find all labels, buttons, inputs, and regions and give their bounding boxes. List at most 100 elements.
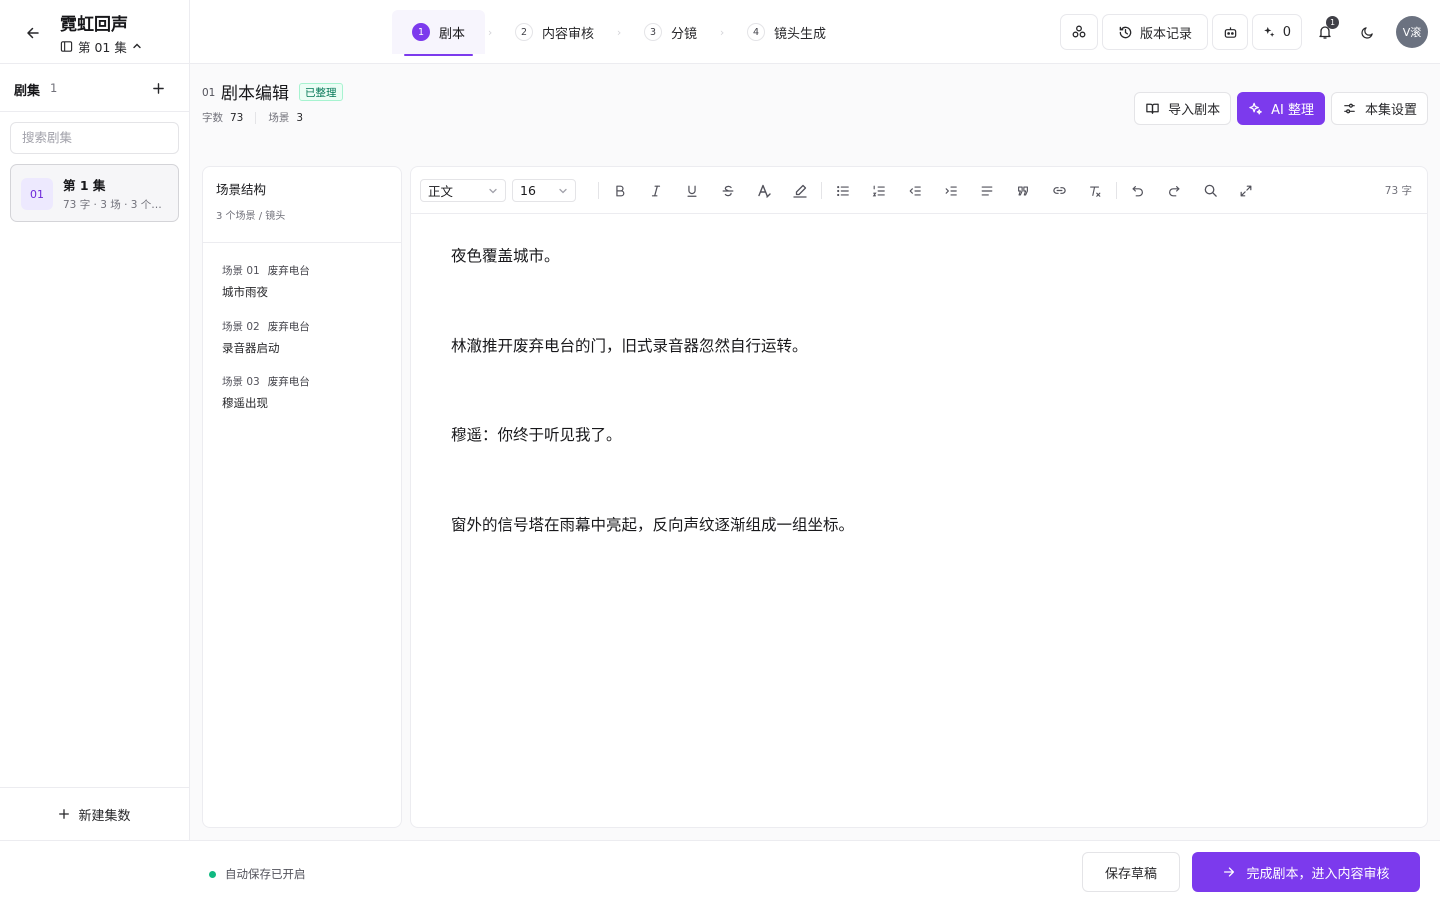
bottom-bar: 自动保存已开启 保存草稿 完成剧本，进入内容审核 xyxy=(0,840,1440,900)
font-size-value: 16 xyxy=(520,183,536,198)
scene-meta: 场景 03 废弃电台 xyxy=(222,374,392,389)
font-size-select[interactable]: 16 xyxy=(512,179,576,202)
ai-assistant-button[interactable] xyxy=(1212,14,1248,50)
page-title: 剧本编辑 xyxy=(221,84,289,104)
scene-meta: 场景 01 废弃电台 xyxy=(222,263,392,278)
script-stats: 字数 73 场景 3 xyxy=(202,110,303,125)
episode-switcher[interactable]: 第 01 集 xyxy=(60,37,142,55)
import-script-button[interactable]: 导入剧本 xyxy=(1134,92,1232,125)
step-label: 内容审核 xyxy=(542,26,595,42)
sparkles-icon xyxy=(1249,102,1262,115)
scene-item[interactable]: 场景 02 废弃电台 录音器启动 xyxy=(222,319,392,356)
episode-list-item[interactable]: 01 第 1 集 73 字 · 3 场 · 3 个镜头 xyxy=(10,164,179,222)
back-button[interactable] xyxy=(22,22,44,44)
editor-toolbar: 正文 16 73 字 xyxy=(411,167,1427,214)
script-paragraph[interactable]: 夜色覆盖城市。 xyxy=(451,245,1371,267)
plus-icon xyxy=(152,82,164,94)
chevron-up-icon xyxy=(133,43,141,49)
bold-icon xyxy=(616,185,625,196)
bullet-list-button[interactable] xyxy=(825,179,861,202)
indent-icon xyxy=(945,185,957,196)
script-paragraph[interactable]: 穆遥：你终于听见我了。 xyxy=(451,424,1371,446)
format-buttons xyxy=(595,179,1264,202)
search-icon xyxy=(1204,184,1217,197)
underline-button[interactable] xyxy=(674,179,710,202)
sidebar-title: 剧集 xyxy=(14,84,41,99)
clear-format-icon xyxy=(1090,185,1101,197)
step-script[interactable]: 1 剧本 xyxy=(392,10,486,56)
episode-number: 01 xyxy=(202,87,216,99)
scene-item[interactable]: 场景 01 废弃电台 城市雨夜 xyxy=(222,263,392,300)
outdent-button[interactable] xyxy=(897,179,933,202)
indent-button[interactable] xyxy=(933,179,969,202)
episode-meta: 73 字 · 3 场 · 3 个镜头 xyxy=(63,199,171,211)
divider xyxy=(1116,182,1117,199)
script-paragraph[interactable]: 窗外的信号塔在雨幕中亮起，反向声纹逐渐组成一组坐标。 xyxy=(451,514,1371,536)
episode-switcher-label: 第 01 集 xyxy=(78,39,127,55)
autosave-status: 自动保存已开启 xyxy=(209,866,306,882)
clear-format-button[interactable] xyxy=(1077,179,1113,202)
episode-badge: 01 xyxy=(21,178,53,210)
user-avatar[interactable]: V滚 xyxy=(1396,16,1428,48)
finish-script-button[interactable]: 完成剧本，进入内容审核 xyxy=(1192,852,1420,892)
episode-settings-label: 本集设置 xyxy=(1364,103,1417,118)
text-color-button[interactable] xyxy=(746,179,782,202)
italic-icon xyxy=(651,185,661,196)
book-open-icon xyxy=(1146,103,1159,114)
scene-item[interactable]: 场景 03 废弃电台 穆遥出现 xyxy=(222,374,392,411)
scene-panel-header: 场景结构 3 个场景 / 镜头 xyxy=(203,167,401,243)
episode-search-input[interactable] xyxy=(10,122,179,154)
bold-button[interactable] xyxy=(602,179,638,202)
step-label: 镜头生成 xyxy=(774,26,827,42)
script-paragraph[interactable]: 林澈推开废弃电台的门，旧式录音器忽然自行运转。 xyxy=(451,335,1371,357)
scene-code: 场景 02 xyxy=(222,321,260,333)
link-button[interactable] xyxy=(1041,179,1077,202)
new-episode-button[interactable]: 新建集数 xyxy=(0,787,189,840)
redo-button[interactable] xyxy=(1156,179,1192,202)
quote-button[interactable] xyxy=(1005,179,1041,202)
credits-button[interactable]: 0 xyxy=(1252,14,1302,50)
notifications-button[interactable]: 1 xyxy=(1306,14,1344,50)
autosave-label: 自动保存已开启 xyxy=(225,867,306,881)
theme-toggle-button[interactable] xyxy=(1348,14,1386,50)
undo-icon xyxy=(1132,185,1143,196)
status-badge: 已整理 xyxy=(299,83,343,101)
ai-organize-button[interactable]: AI 整理 xyxy=(1237,92,1325,125)
script-content[interactable]: 夜色覆盖城市。 林澈推开废弃电台的门，旧式录音器忽然自行运转。 穆遥：你终于听见… xyxy=(451,245,1371,603)
finish-script-label: 完成剧本，进入内容审核 xyxy=(1246,866,1390,882)
step-shot-generation[interactable]: 4 镜头生成 xyxy=(727,10,846,54)
add-episode-button[interactable] xyxy=(148,78,168,98)
align-button[interactable] xyxy=(969,179,1005,202)
credits-count: 0 xyxy=(1282,24,1291,40)
fullscreen-button[interactable] xyxy=(1228,179,1264,202)
save-draft-button[interactable]: 保存草稿 xyxy=(1082,852,1180,892)
scene-count-value: 3 xyxy=(296,111,304,124)
strikethrough-button[interactable] xyxy=(710,179,746,202)
strikethrough-icon xyxy=(722,185,734,196)
sidebar-header: 剧集 1 xyxy=(0,64,189,112)
numbered-list-button[interactable] xyxy=(861,179,897,202)
share-nodes-icon xyxy=(1072,25,1086,38)
sparkle-icon xyxy=(1264,26,1275,37)
episode-settings-button[interactable]: 本集设置 xyxy=(1330,92,1428,125)
panel-icon xyxy=(60,40,73,52)
italic-button[interactable] xyxy=(638,179,674,202)
share-button[interactable] xyxy=(1060,14,1098,50)
version-history-button[interactable]: 版本记录 xyxy=(1102,14,1208,50)
step-storyboard[interactable]: 3 分镜 xyxy=(624,10,717,54)
scene-panel-title: 场景结构 xyxy=(216,182,267,197)
scene-structure-panel: 场景结构 3 个场景 / 镜头 场景 01 废弃电台 城市雨夜 场景 02 废弃… xyxy=(202,166,402,828)
step-content-review[interactable]: 2 内容审核 xyxy=(495,10,614,54)
quote-icon xyxy=(1018,185,1028,196)
ai-organize-label: AI 整理 xyxy=(1271,103,1314,118)
scene-count-label: 场景 xyxy=(268,112,290,124)
status-dot xyxy=(209,870,216,878)
scene-name: 城市雨夜 xyxy=(222,285,268,299)
scene-location: 废弃电台 xyxy=(267,321,310,333)
chevron-right-icon: › xyxy=(719,25,725,39)
highlight-button[interactable] xyxy=(782,179,818,202)
step-number: 2 xyxy=(515,23,534,41)
text-style-select[interactable]: 正文 xyxy=(420,179,506,202)
undo-button[interactable] xyxy=(1120,179,1156,202)
search-button[interactable] xyxy=(1192,179,1228,202)
